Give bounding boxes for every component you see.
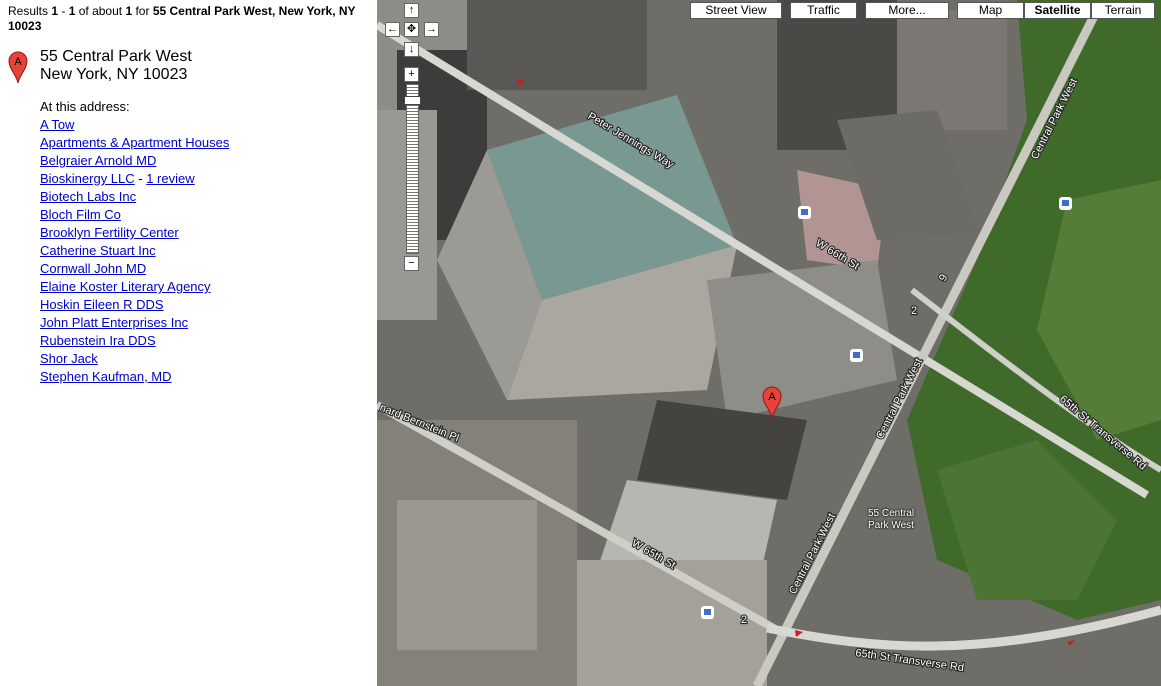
map-address-line2: Park West [868, 520, 914, 531]
result-marker-icon[interactable]: A [8, 50, 28, 84]
results-prefix: Results [8, 4, 52, 18]
business-link[interactable]: Stephen Kaufman, MD [40, 369, 172, 384]
building [397, 500, 537, 650]
results-dash: - [58, 4, 69, 18]
more-button[interactable]: More... [865, 2, 949, 19]
business-link[interactable]: A Tow [40, 117, 74, 132]
list-item: Biotech Labs Inc [40, 189, 229, 207]
business-link[interactable]: Belgraier Arnold MD [40, 153, 156, 168]
building [467, 0, 647, 90]
review-link[interactable]: 1 review [146, 171, 194, 186]
results-sidebar: Results 1 - 1 of about 1 for 55 Central … [0, 0, 377, 686]
business-link[interactable]: Cornwall John MD [40, 261, 146, 276]
business-link[interactable]: Brooklyn Fertility Center [40, 225, 179, 240]
building [897, 10, 1007, 130]
business-link[interactable]: Bloch Film Co [40, 207, 121, 222]
map-address-label: 55 Central Park West [868, 508, 914, 532]
list-item: Stephen Kaufman, MD [40, 369, 229, 387]
results-for: for [132, 4, 153, 18]
list-item: Elaine Koster Literary Agency [40, 279, 229, 297]
business-link[interactable]: Shor Jack [40, 351, 98, 366]
results-of: of about [75, 4, 126, 18]
map-marker-letter: A [768, 391, 776, 403]
map-address-line1: 55 Central [868, 508, 915, 519]
pan-up-icon[interactable]: ↑ [404, 3, 419, 18]
list-item: Apartments & Apartment Houses [40, 135, 229, 153]
list-item: Shor Jack [40, 351, 229, 369]
list-item: John Platt Enterprises Inc [40, 315, 229, 333]
satellite-map[interactable]: Peter Jennings Way W 66th St Central Par… [377, 0, 1161, 686]
pan-left-icon[interactable]: ← [385, 22, 400, 37]
business-link[interactable]: Bioskinergy LLC [40, 171, 135, 186]
result-address[interactable]: 55 Central Park West New York, NY 10023 [40, 48, 192, 84]
business-link[interactable]: John Platt Enterprises Inc [40, 315, 188, 330]
business-list: A Tow Apartments & Apartment Houses Belg… [40, 117, 229, 387]
list-item: Hoskin Eileen R DDS [40, 297, 229, 315]
address-line1: 55 Central Park West [40, 48, 192, 65]
result-marker-letter: A [14, 56, 22, 68]
list-item: A Tow [40, 117, 229, 135]
results-summary: Results 1 - 1 of about 1 for 55 Central … [8, 4, 373, 34]
map-type-satellite-button[interactable]: Satellite [1024, 2, 1091, 19]
business-link[interactable]: Hoskin Eileen R DDS [40, 297, 164, 312]
satellite-imagery: Peter Jennings Way W 66th St Central Par… [377, 0, 1161, 686]
list-item: Cornwall John MD [40, 261, 229, 279]
list-item: Rubenstein Ira DDS [40, 333, 229, 351]
business-link[interactable]: Elaine Koster Literary Agency [40, 279, 211, 294]
bus-stop-icon[interactable] [798, 206, 811, 219]
map-type-terrain-button[interactable]: Terrain [1091, 2, 1155, 19]
map-marker-pin-icon[interactable]: A [762, 385, 782, 419]
list-item: Belgraier Arnold MD [40, 153, 229, 171]
at-address-label: At this address: [40, 99, 130, 114]
building [577, 560, 767, 686]
map-type-map-button[interactable]: Map [957, 2, 1024, 19]
list-item: Brooklyn Fertility Center [40, 225, 229, 243]
zoom-slider-track[interactable] [406, 84, 419, 254]
bus-stop-icon[interactable] [850, 349, 863, 362]
zoom-slider-thumb[interactable] [404, 96, 421, 105]
business-link[interactable]: Biotech Labs Inc [40, 189, 136, 204]
list-item: Catherine Stuart Inc [40, 243, 229, 261]
bus-stop-icon[interactable] [1059, 197, 1072, 210]
traffic-button[interactable]: Traffic [790, 2, 857, 19]
pan-center-icon[interactable]: ✥ [404, 22, 419, 37]
bus-stop-icon[interactable] [701, 606, 714, 619]
zoom-out-icon[interactable]: − [404, 256, 419, 271]
business-link[interactable]: Apartments & Apartment Houses [40, 135, 229, 150]
list-item: Bloch Film Co [40, 207, 229, 225]
pan-right-icon[interactable]: → [424, 22, 439, 37]
address-line2: New York, NY 10023 [40, 66, 188, 83]
route-number-label: 2 [911, 305, 917, 317]
pan-down-icon[interactable]: ↓ [404, 42, 419, 57]
list-item: Bioskinergy LLC - 1 review [40, 171, 229, 189]
route-number-label: 2 [741, 614, 747, 626]
street-view-button[interactable]: Street View [690, 2, 782, 19]
zoom-in-icon[interactable]: + [404, 67, 419, 82]
review-separator: - [134, 171, 147, 186]
business-link[interactable]: Rubenstein Ira DDS [40, 333, 156, 348]
business-link[interactable]: Catherine Stuart Inc [40, 243, 156, 258]
